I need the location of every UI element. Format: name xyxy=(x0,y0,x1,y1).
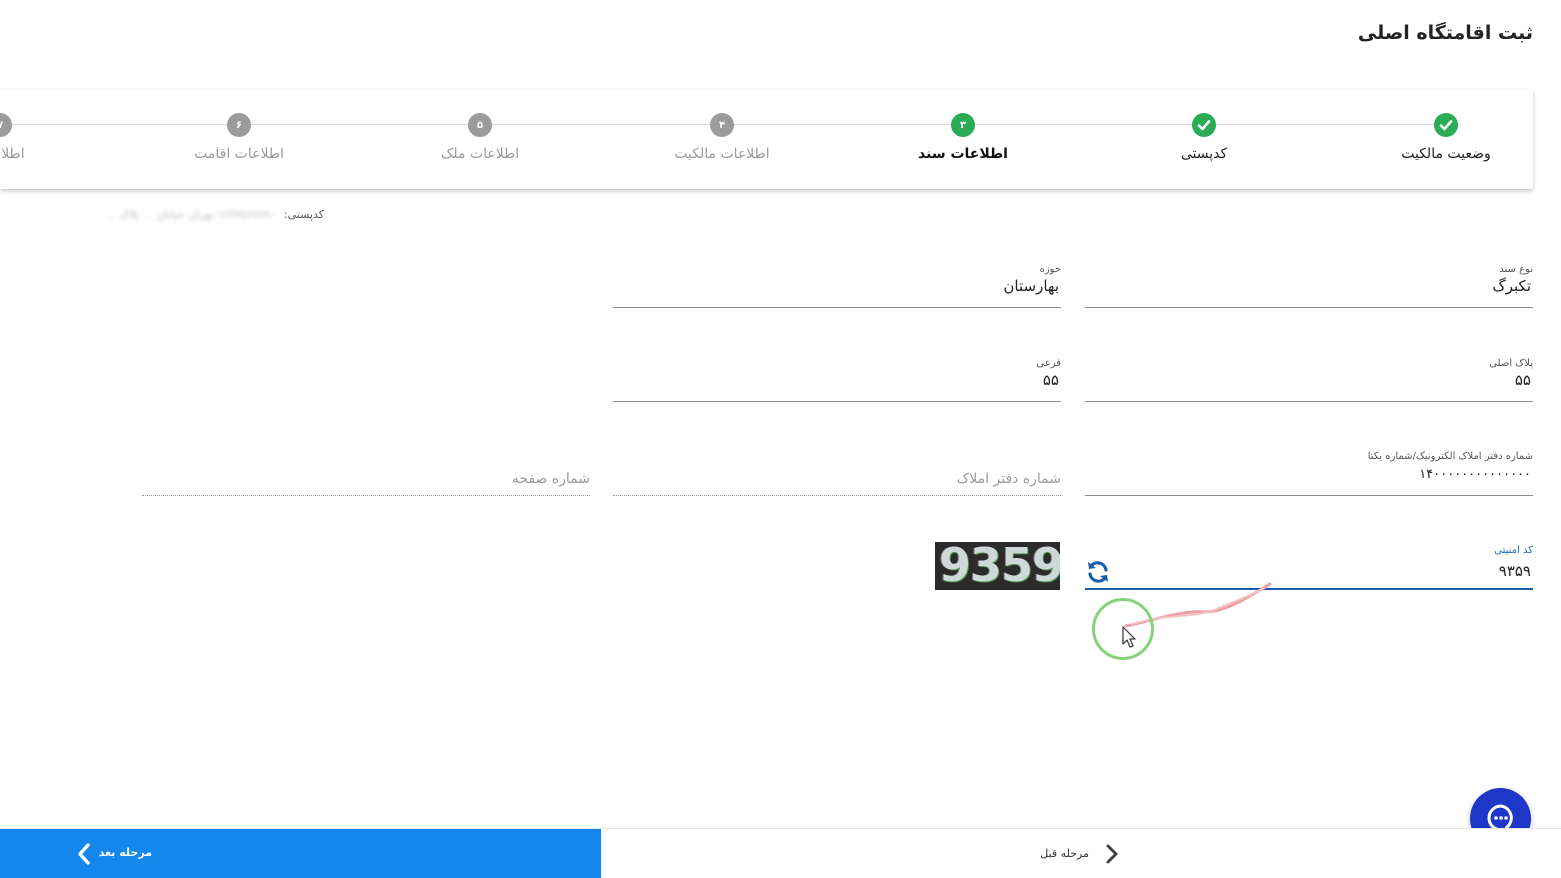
step-property-info[interactable]: ۵ اطلاعات ملک xyxy=(380,113,580,162)
step-label: اطلاعات xyxy=(0,146,25,162)
step-label: اطلاعات سند xyxy=(918,146,1008,162)
postal-code-value: ۱۲۳۴۵۶۷۸۹۰ تهران خیابان ... پلاک ... xyxy=(105,208,276,221)
stepper: وضعیت مالکیت کدپستی ۳ اطلاعات سند ۴ اطلا… xyxy=(0,90,1533,189)
footer-bar: مرحله بعد مرحله قبل xyxy=(0,828,1561,878)
doc-type-field[interactable]: نوع سند تکبرگ xyxy=(1085,264,1533,308)
captcha-text: 9359 xyxy=(939,542,1060,590)
field-underline xyxy=(613,401,1061,402)
step-residence-info[interactable]: ۶ اطلاعات اقامت xyxy=(139,113,339,162)
doc-type-label: نوع سند xyxy=(1499,264,1533,275)
main-plate-field[interactable]: پلاک اصلی ۵۵ xyxy=(1085,358,1533,402)
refresh-icon[interactable] xyxy=(1085,559,1111,585)
captcha-image: 9359 xyxy=(935,542,1060,590)
previous-step-label: مرحله قبل xyxy=(1040,847,1089,860)
field-underline xyxy=(613,307,1061,308)
registry-book-field[interactable]: شماره دفتر املاک xyxy=(613,451,1061,496)
registry-book-placeholder: شماره دفتر املاک xyxy=(956,471,1061,487)
e-registry-value[interactable]: ۱۴۰۰۰۰۰۰۰۰۰۰۰۰۰۰ xyxy=(1419,467,1531,482)
step-number: ۶ xyxy=(227,113,251,137)
page-title: ثبت اقامتگاه اصلی xyxy=(1357,22,1533,44)
step-label: وضعیت مالکیت xyxy=(1401,146,1491,162)
chevron-left-icon xyxy=(78,843,90,865)
previous-step-button[interactable]: مرحله قبل xyxy=(1025,829,1125,878)
district-value[interactable]: بهارستان xyxy=(1003,277,1059,295)
field-underline xyxy=(613,495,1061,496)
field-underline xyxy=(142,495,590,496)
security-code-value[interactable]: ۹۳۵۹ xyxy=(1499,562,1531,580)
step-label: اطلاعات مالکیت xyxy=(674,146,770,162)
step-postal-code[interactable]: کدپستی xyxy=(1104,113,1304,162)
postal-code-label: کدپستی: xyxy=(283,208,324,221)
step-label: اطلاعات اقامت xyxy=(194,146,284,162)
next-step-label: مرحله بعد xyxy=(98,846,152,859)
step-number: ۳ xyxy=(951,113,975,137)
postal-code-summary: کدپستی: ۱۲۳۴۵۶۷۸۹۰ تهران خیابان ... پلاک… xyxy=(0,207,324,225)
step-ownership-status[interactable]: وضعیت مالکیت xyxy=(1346,113,1533,162)
step-ownership-info[interactable]: ۴ اطلاعات مالکیت xyxy=(622,113,822,162)
sub-plate-label: فرعی xyxy=(1036,358,1061,369)
e-registry-label: شماره دفتر املاک الکترونیک/شماره یکتا xyxy=(1367,451,1533,462)
security-code-label: کد امنیتی xyxy=(1494,545,1533,556)
next-step-button[interactable]: مرحله بعد xyxy=(0,829,601,878)
e-registry-field[interactable]: شماره دفتر املاک الکترونیک/شماره یکتا ۱۴… xyxy=(1085,451,1533,496)
step-document-info[interactable]: ۳ اطلاعات سند xyxy=(863,113,1063,162)
main-plate-value[interactable]: ۵۵ xyxy=(1515,371,1531,389)
page-number-field[interactable]: شماره صفحه xyxy=(142,451,590,496)
field-underline xyxy=(1085,401,1533,402)
step-label: اطلاعات ملک xyxy=(440,146,520,162)
step-number: ۷ xyxy=(0,113,12,137)
sub-plate-value[interactable]: ۵۵ xyxy=(1043,371,1059,389)
district-field[interactable]: حوزه بهارستان xyxy=(613,264,1061,308)
step-label: کدپستی xyxy=(1180,146,1228,162)
check-icon xyxy=(1434,113,1458,137)
doc-type-value[interactable]: تکبرگ xyxy=(1492,277,1531,295)
field-underline xyxy=(1085,307,1533,308)
field-underline xyxy=(1085,495,1533,496)
district-label: حوزه xyxy=(1039,264,1061,275)
chevron-right-icon xyxy=(1106,844,1118,864)
check-icon xyxy=(1192,113,1216,137)
sub-plate-field[interactable]: فرعی ۵۵ xyxy=(613,358,1061,402)
main-plate-label: پلاک اصلی xyxy=(1489,358,1533,369)
step-number: ۴ xyxy=(710,113,734,137)
page-number-placeholder: شماره صفحه xyxy=(511,471,590,487)
cursor-icon xyxy=(1122,626,1136,648)
step-number: ۵ xyxy=(468,113,492,137)
step-info-partial[interactable]: ۷ اطلاعات xyxy=(0,113,100,162)
